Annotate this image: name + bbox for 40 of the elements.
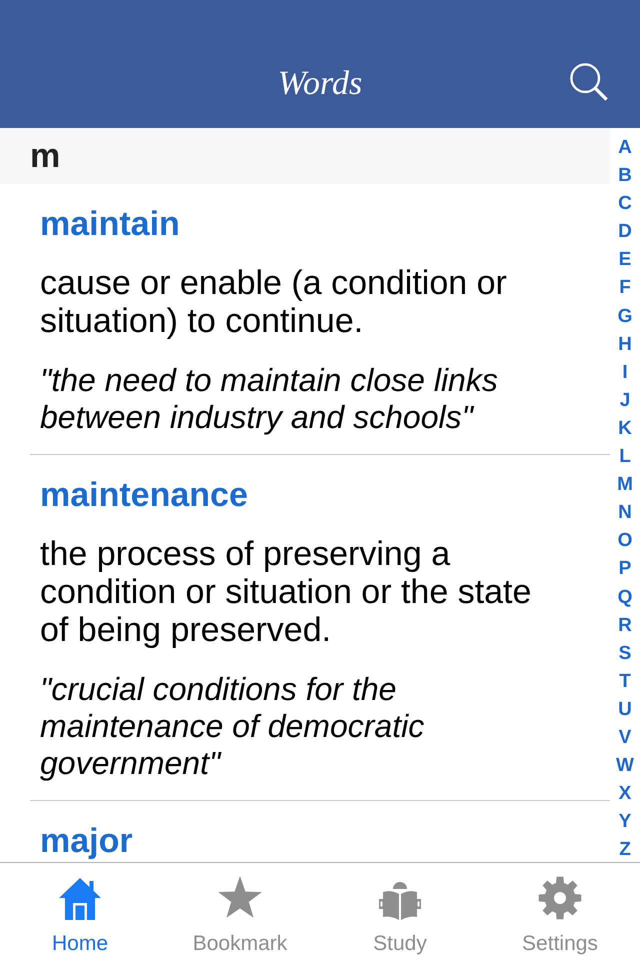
home-icon (58, 876, 102, 920)
entry-word: major (40, 821, 134, 861)
index-letter[interactable]: F (619, 274, 631, 303)
index-letter[interactable]: X (618, 780, 632, 808)
index-letter[interactable]: P (618, 555, 632, 584)
example-text: "the need to maintain close links between industry and schools" (40, 362, 499, 436)
index-letter[interactable]: W (616, 752, 634, 780)
index-letter[interactable]: M (617, 471, 633, 500)
index-letter[interactable]: V (618, 724, 632, 752)
index-letter[interactable]: D (618, 218, 632, 246)
gear-icon (538, 876, 582, 920)
search-button[interactable] (570, 63, 608, 101)
index-letter[interactable]: I (622, 358, 628, 387)
index-letter[interactable]: C (618, 190, 632, 218)
definition-text: cause or enable (a condition or situation) to continue. (40, 264, 508, 340)
index-letter[interactable]: R (618, 612, 632, 640)
example-text: "crucial conditions for the maintenance of democratic government" (40, 671, 426, 782)
index-letter[interactable]: K (618, 414, 632, 444)
search-icon (570, 63, 608, 101)
index-letter[interactable]: J (620, 386, 630, 415)
index-letter[interactable]: S (618, 640, 632, 668)
star-icon (218, 876, 262, 918)
entry-word: maintain (40, 204, 181, 244)
index-letter[interactable]: N (618, 499, 632, 528)
index-letter[interactable]: Q (618, 584, 632, 612)
nav-title: Words (278, 64, 362, 104)
index-letter[interactable]: U (618, 696, 632, 724)
index-letter[interactable]: Y (618, 808, 632, 836)
index-letter[interactable]: T (619, 668, 631, 696)
index-letter[interactable]: L (619, 443, 631, 472)
index-letter[interactable]: H (618, 330, 632, 359)
index-letter[interactable]: A (618, 134, 632, 162)
index-letter[interactable]: B (618, 162, 632, 190)
index-letter[interactable]: E (618, 246, 632, 274)
definition-text: the process of preserving a condition or situation or the state of being preserved. (40, 535, 532, 649)
index-letter[interactable]: G (618, 302, 632, 331)
section-header: m (0, 128, 610, 184)
entry-word: maintenance (40, 475, 249, 515)
index-letter[interactable]: Z (619, 836, 631, 864)
index-letter[interactable]: O (618, 527, 632, 556)
